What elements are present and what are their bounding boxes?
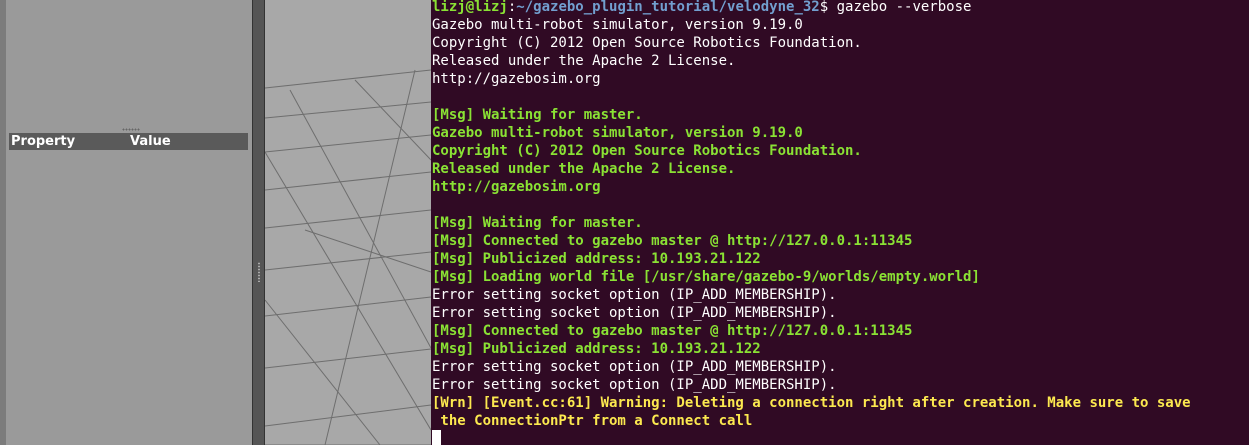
terminal-line: Error setting socket option (IP_ADD_MEMB… xyxy=(432,305,837,321)
3d-scene-viewport[interactable] xyxy=(265,0,431,445)
terminal-line: [Msg] Waiting for master. xyxy=(432,107,643,123)
terminal-line: [Msg] Loading world file [/usr/share/gaz… xyxy=(432,269,980,285)
splitter-handle-icon[interactable] xyxy=(258,262,260,282)
terminal-line: [Msg] Publicized address: 10.193.21.122 xyxy=(432,251,761,267)
terminal-line: Error setting socket option (IP_ADD_MEMB… xyxy=(432,377,837,393)
terminal-line: [Msg] Connected to gazebo master @ http:… xyxy=(432,233,913,249)
terminal-line: the ConnectionPtr from a Connect call xyxy=(432,413,753,429)
terminal-output: lizj@lizj:~/gazebo_plugin_tutorial/velod… xyxy=(432,0,1191,430)
property-table-header: Property Value xyxy=(9,133,248,150)
terminal-line: Gazebo multi-robot simulator, version 9.… xyxy=(432,125,803,141)
terminal-window[interactable]: lizj@lizj:~/gazebo_plugin_tutorial/velod… xyxy=(431,0,1249,445)
panel-splitter[interactable] xyxy=(252,0,265,445)
prompt-dollar: $ xyxy=(819,0,837,15)
terminal-line: Copyright (C) 2012 Open Source Robotics … xyxy=(432,35,862,51)
terminal-line: Copyright (C) 2012 Open Source Robotics … xyxy=(432,143,862,159)
terminal-line: [Msg] Publicized address: 10.193.21.122 xyxy=(432,341,761,357)
property-column-header[interactable]: Property xyxy=(11,133,75,150)
terminal-line: http://gazebosim.org xyxy=(432,179,601,195)
prompt-user-host: lizj@lizj xyxy=(432,0,508,15)
panel-resize-grip[interactable] xyxy=(122,128,140,131)
terminal-line: Error setting socket option (IP_ADD_MEMB… xyxy=(432,359,837,375)
terminal-line: Released under the Apache 2 License. xyxy=(432,161,736,177)
ground-grid xyxy=(265,69,431,445)
terminal-line: [Wrn] [Event.cc:61] Warning: Deleting a … xyxy=(432,395,1191,411)
terminal-line: Gazebo multi-robot simulator, version 9.… xyxy=(432,17,803,33)
terminal-cursor xyxy=(432,430,441,445)
terminal-line: [Msg] Connected to gazebo master @ http:… xyxy=(432,323,913,339)
value-column-header[interactable]: Value xyxy=(130,133,171,150)
terminal-line: Released under the Apache 2 License. xyxy=(432,53,736,69)
terminal-line: http://gazebosim.org xyxy=(432,71,601,87)
terminal-line: [Msg] Waiting for master. xyxy=(432,215,643,231)
prompt-path: ~/gazebo_plugin_tutorial/velodyne_32 xyxy=(516,0,820,15)
terminal-line: Error setting socket option (IP_ADD_MEMB… xyxy=(432,287,837,303)
panel-edge xyxy=(0,0,6,445)
gazebo-left-panel: Property Value xyxy=(0,0,252,445)
prompt-line: lizj@lizj:~/gazebo_plugin_tutorial/velod… xyxy=(432,0,1191,16)
prompt-command: gazebo --verbose xyxy=(836,0,972,15)
